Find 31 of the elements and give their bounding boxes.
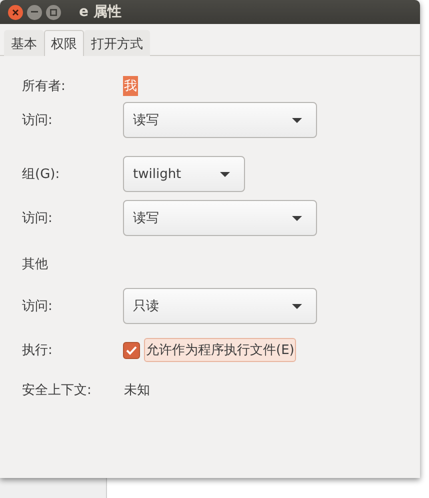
- dropdown[interactable]: 读写: [123, 102, 317, 138]
- field-value: 我: [123, 76, 138, 96]
- field-label: 所有者:: [22, 78, 66, 95]
- tab[interactable]: 基本: [4, 30, 44, 56]
- field-label: 安全上下文:: [22, 382, 92, 399]
- caret-icon: [292, 216, 302, 220]
- minimize-button[interactable]: [27, 4, 42, 20]
- dropdown[interactable]: 只读: [123, 288, 317, 324]
- section-heading: 其他: [22, 256, 48, 273]
- caret-icon: [220, 172, 230, 176]
- field-value: 未知: [123, 382, 151, 400]
- checkbox-label[interactable]: 允许作为程序执行文件(E): [144, 338, 296, 362]
- field-label: 组(G):: [22, 166, 61, 183]
- close-button[interactable]: [8, 4, 23, 20]
- window-title: e 属性: [79, 3, 122, 21]
- dropdown[interactable]: 读写: [123, 200, 317, 236]
- check-icon: [126, 346, 137, 354]
- field-label: 执行:: [22, 342, 54, 359]
- maximize-button[interactable]: [46, 4, 61, 20]
- close-icon: [12, 8, 19, 16]
- maximize-icon: [50, 8, 57, 16]
- field-label: 访问:: [22, 210, 54, 227]
- field-label: 访问:: [22, 112, 54, 129]
- checkbox[interactable]: [123, 342, 140, 358]
- caret-icon: [292, 304, 302, 308]
- tab[interactable]: 权限: [44, 30, 84, 56]
- field-label: 访问:: [22, 298, 54, 315]
- dropdown[interactable]: twilight: [123, 156, 245, 192]
- tab[interactable]: 打开方式: [84, 30, 150, 56]
- caret-icon: [292, 118, 302, 122]
- minimize-icon: [31, 11, 38, 13]
